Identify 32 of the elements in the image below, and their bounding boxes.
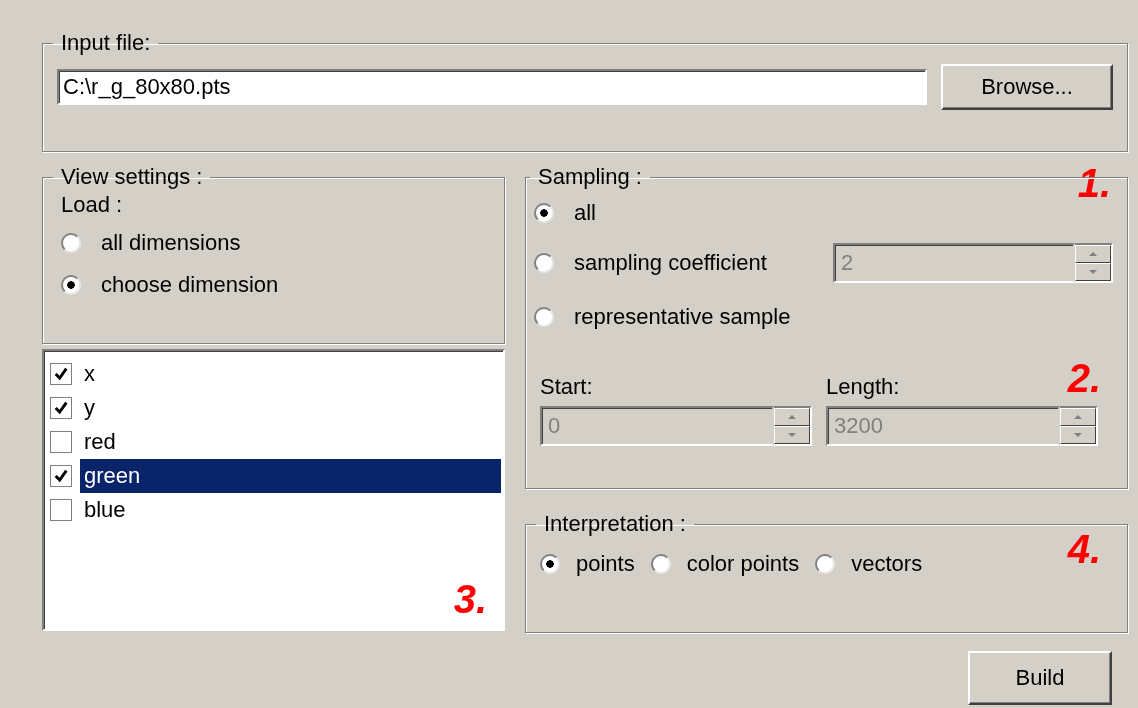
radio-option[interactable]: vectors [815,551,923,577]
list-item[interactable]: red [80,425,501,459]
list-item[interactable]: blue [80,493,501,527]
checkbox[interactable] [50,363,72,385]
radio-option[interactable]: choose dimension [61,272,490,298]
checkbox[interactable] [50,397,72,419]
checkbox[interactable] [50,431,72,453]
annotation-number: 4. [1067,529,1101,569]
radio-option[interactable]: all [534,200,596,226]
list-item[interactable]: green [80,459,501,493]
group-title: Input file: [60,30,152,56]
load-label: Load : [61,192,124,218]
radio-option[interactable]: representative sample [534,304,791,330]
file-path-field[interactable]: C:\r_g_80x80.pts [57,69,927,105]
group-title: Sampling : [537,164,643,190]
group-title: Interpretation : [543,511,687,537]
checkbox[interactable] [50,465,72,487]
radio-option[interactable]: all dimensions [61,230,490,256]
list-item[interactable]: x [80,357,501,391]
radio-option[interactable]: points [540,551,635,577]
radio-option[interactable]: sampling coefficient [534,250,767,276]
annotation-number: 3. [453,579,487,619]
list-item[interactable]: y [80,391,501,425]
field-label: Length: [826,374,900,400]
group-title: View settings : [60,164,204,190]
checkbox[interactable] [50,499,72,521]
radio-option[interactable]: color points [650,551,800,577]
browse-button[interactable]: Browse... [941,64,1113,110]
annotation-number: 2. [1067,358,1101,398]
field-label: Start: [540,374,593,400]
build-button[interactable]: Build [968,651,1112,705]
annotation-number: 1. [1077,163,1111,203]
